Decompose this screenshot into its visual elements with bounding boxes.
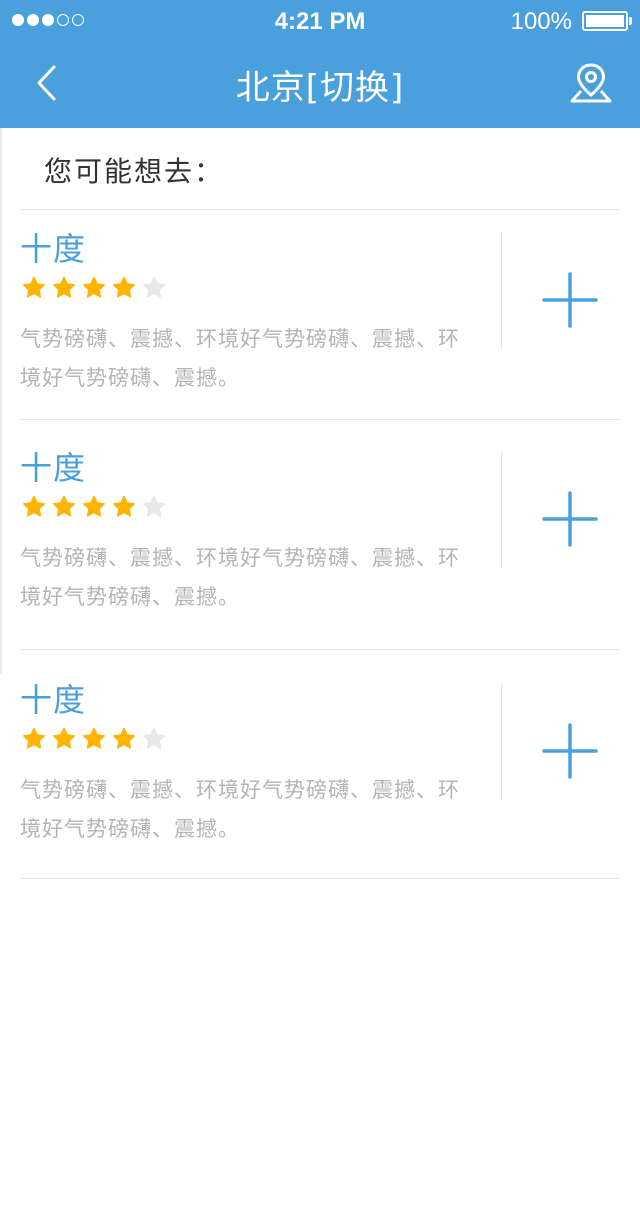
star-empty-icon	[143, 727, 165, 749]
star-filled-icon	[53, 495, 75, 517]
place-name[interactable]: 十度	[20, 224, 86, 270]
vertical-divider	[501, 232, 502, 350]
star-filled-icon	[83, 727, 105, 749]
plus-icon	[542, 723, 598, 779]
star-filled-icon	[53, 727, 75, 749]
place-card[interactable]: 十度 气势磅礴、震撼、环境好气势磅礴、震撼、环境好气势磅礴、震撼。	[20, 429, 620, 650]
star-filled-icon	[113, 495, 135, 517]
plus-icon	[542, 491, 598, 547]
place-description: 气势磅礴、震撼、环境好气势磅礴、震撼、环境好气势磅礴、震撼。	[20, 546, 460, 609]
star-empty-icon	[143, 495, 165, 517]
place-name[interactable]: 十度	[20, 443, 86, 489]
star-filled-icon	[23, 495, 45, 517]
star-filled-icon	[83, 495, 105, 517]
place-card[interactable]: 十度 气势磅礴、震撼、环境好气势磅礴、震撼、环境好气势磅礴、震撼。	[20, 661, 620, 879]
item-divider	[20, 649, 620, 650]
add-button[interactable]	[540, 721, 600, 781]
item-divider	[20, 878, 620, 879]
star-filled-icon	[83, 276, 105, 298]
page-title-city-switch[interactable]: 北京[切换]	[0, 60, 640, 109]
nav-bar: 北京[切换]	[0, 44, 640, 128]
star-empty-icon	[143, 276, 165, 298]
place-description: 气势磅礴、震撼、环境好气势磅礴、震撼、环境好气势磅礴、震撼。	[20, 327, 460, 390]
star-filled-icon	[113, 276, 135, 298]
plus-icon	[542, 272, 598, 328]
place-card[interactable]: 十度 气势磅礴、震撼、环境好气势磅礴、震撼、环境好气势磅礴、震撼。	[20, 210, 620, 420]
vertical-divider	[501, 451, 502, 569]
add-button[interactable]	[540, 270, 600, 330]
vertical-divider	[501, 683, 502, 801]
location-button[interactable]	[564, 56, 618, 110]
battery-percentage: 100%	[510, 8, 572, 35]
add-button[interactable]	[540, 489, 600, 549]
star-filled-icon	[113, 727, 135, 749]
battery-nub	[629, 17, 632, 25]
status-bar: 4:21 PM 100%	[0, 0, 640, 44]
place-name[interactable]: 十度	[20, 675, 86, 721]
star-rating	[22, 495, 166, 519]
star-rating	[22, 727, 166, 751]
star-rating	[22, 276, 166, 300]
battery-icon	[582, 11, 628, 31]
app-header: 4:21 PM 100% 北京[切换]	[0, 0, 640, 128]
left-edge-line	[0, 128, 2, 674]
section-title: 您可能想去：	[44, 155, 225, 188]
star-filled-icon	[23, 727, 45, 749]
place-description: 气势磅礴、震撼、环境好气势磅礴、震撼、环境好气势磅礴、震撼。	[20, 778, 460, 841]
item-divider	[20, 419, 620, 420]
star-filled-icon	[23, 276, 45, 298]
map-pin-icon	[570, 63, 612, 103]
star-filled-icon	[53, 276, 75, 298]
